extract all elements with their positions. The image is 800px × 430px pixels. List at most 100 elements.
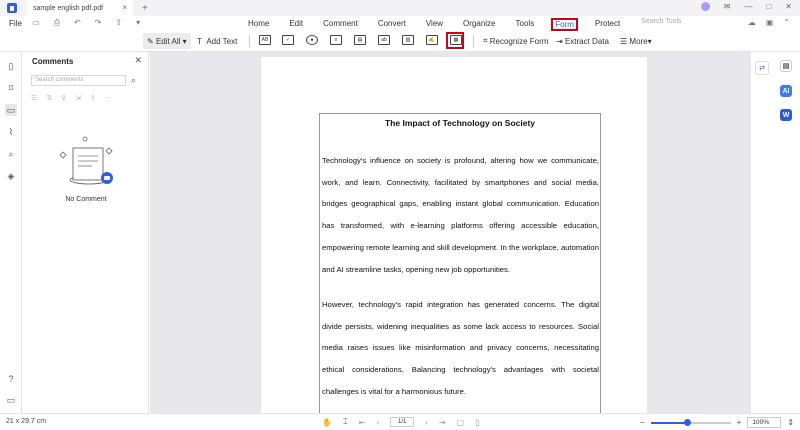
export-icon[interactable]: ⇪ [90, 94, 96, 102]
comment-search-input[interactable]: Search comments [31, 75, 126, 86]
word-convert-icon[interactable]: W [780, 109, 792, 121]
more-icon[interactable]: ⋯ [105, 94, 112, 102]
image-field-icon[interactable]: ▨ [402, 35, 414, 45]
page-thumbnail-icon[interactable]: ▯ [5, 60, 17, 72]
document-tab[interactable]: sample english pdf.pdf × [27, 0, 133, 16]
file-menu[interactable]: File [9, 19, 22, 28]
paragraph-2: However, technology's rapid integration … [322, 300, 599, 396]
cloud-icon[interactable]: ☁ [748, 18, 756, 27]
zoom-out-icon[interactable]: − [640, 418, 645, 427]
search-icon[interactable]: ⌕ [131, 75, 136, 86]
minimize-icon[interactable]: — [744, 2, 752, 11]
zoom-slider-knob[interactable] [683, 418, 691, 426]
fit-width-icon[interactable]: ⇕ [787, 418, 794, 427]
title-bar: sample english pdf.pdf × + ✉ — □ ✕ [0, 0, 800, 16]
tab-convert[interactable]: Convert [375, 18, 409, 31]
help-icon[interactable]: ? [5, 373, 17, 385]
radio-button-icon[interactable]: ● [306, 35, 318, 45]
last-page-icon[interactable]: ⇥ [439, 418, 446, 427]
zoom-slider[interactable] [650, 418, 731, 426]
status-bar: 21 x 29.7 cm ✋ ⌶ ⇤ ‹ 1/1 › ⇥ ▢ ▯ − + 100… [0, 413, 800, 430]
ai-assistant-icon[interactable]: AI [780, 85, 792, 97]
search-tools-input[interactable]: Search Tools [641, 18, 681, 31]
collapse-icon[interactable]: ⌃ [783, 18, 790, 27]
text-block[interactable]: The Impact of Technology on Society Tech… [319, 113, 601, 413]
right-rail: ⇄ ▤ AI W [750, 52, 800, 413]
close-window-icon[interactable]: ✕ [785, 2, 792, 11]
left-rail: ▯ ⌑ ▭ ⌇ ⌕ ◈ ? ▭ [0, 52, 22, 413]
hand-tool-icon[interactable]: ✋ [322, 418, 332, 427]
paragraph-1: Technology's influence on society is pro… [322, 156, 599, 274]
form-toolbar: ✎ Edit All ▾ T Add Text AB ✓ ● ≡ ▤ ab ▨ … [0, 31, 800, 52]
chevron-down-icon: ▾ [180, 36, 187, 46]
more-button[interactable]: ☰ More ▾ [620, 33, 652, 49]
close-icon[interactable]: ✕ [134, 55, 142, 66]
dropdown-icon[interactable]: ▾ [136, 18, 140, 28]
redo-icon[interactable]: ↷ [95, 18, 102, 28]
app-logo [7, 3, 17, 13]
filter-icon[interactable]: ⊽ [61, 94, 66, 102]
tab-organize[interactable]: Organize [460, 18, 498, 31]
tab-tools[interactable]: Tools [513, 18, 538, 31]
comments-panel: Comments ✕ Search comments ⌕ ☰ ⇅ ⊽ ⇲ ⇪ ⋯… [23, 52, 149, 413]
zoom-level-select[interactable]: 100% [747, 417, 782, 428]
text-icon: T [197, 36, 207, 46]
search-icon[interactable]: ⌕ [5, 148, 17, 160]
tab-view[interactable]: View [423, 18, 446, 31]
text-field-icon[interactable]: AB [259, 35, 271, 45]
feedback-icon[interactable]: ▭ [5, 394, 17, 406]
prev-page-icon[interactable]: ‹ [376, 418, 379, 427]
fit-page-icon[interactable]: ▢ [457, 418, 465, 427]
document-title: The Impact of Technology on Society [384, 118, 536, 128]
avatar[interactable] [700, 2, 710, 11]
divider [249, 35, 250, 47]
combo-box-icon[interactable]: ▤ [354, 35, 366, 45]
add-text-button[interactable]: T Add Text [197, 33, 237, 49]
save-icon[interactable]: ▭ [32, 18, 40, 28]
comments-title: Comments [32, 57, 74, 66]
checkbox-icon[interactable]: ✓ [282, 35, 294, 45]
sort-icon[interactable]: ⇅ [46, 94, 52, 102]
share-icon[interactable]: ⇪ [115, 18, 122, 28]
signature-field-icon[interactable]: ✍ [426, 35, 438, 45]
edit-all-button[interactable]: ✎ Edit All ▾ [143, 33, 191, 49]
zoom-in-icon[interactable]: + [737, 418, 742, 427]
bookmark-icon[interactable]: ⌑ [5, 82, 17, 94]
tab-comment[interactable]: Comment [320, 18, 361, 31]
next-page-icon[interactable]: › [425, 418, 428, 427]
tab-title: sample english pdf.pdf [33, 4, 104, 12]
single-page-icon[interactable]: ▯ [475, 418, 479, 427]
tab-home[interactable]: Home [245, 18, 272, 31]
button-field-icon[interactable]: ab [378, 35, 390, 45]
new-tab-button[interactable]: + [142, 3, 148, 14]
empty-comments-illustration [59, 136, 113, 185]
menu-row: File ▭ ⎙ ↶ ↷ ⇪ ▾ Home Edit Comment Conve… [0, 16, 800, 31]
translate-icon[interactable]: ⇄ [755, 61, 769, 75]
list-icon[interactable]: ☰ [31, 94, 37, 102]
page-number-input[interactable]: 1/1 [390, 417, 415, 427]
document-canvas[interactable]: The Impact of Technology on Society Tech… [150, 52, 750, 413]
add-text-label: Add Text [206, 36, 238, 46]
tab-close-icon[interactable]: × [122, 3, 127, 12]
expand-icon[interactable]: ⇲ [75, 94, 81, 102]
tab-protect[interactable]: Protect [592, 18, 623, 31]
pdf-page[interactable]: The Impact of Technology on Society Tech… [261, 57, 647, 413]
tab-form[interactable]: Form [551, 18, 578, 31]
recognize-form-label: Recognize Form [489, 36, 549, 46]
chat-icon[interactable]: ▣ [766, 18, 774, 27]
list-box-icon[interactable]: ≡ [330, 35, 342, 45]
extract-data-button[interactable]: ⇥ Extract Data [556, 33, 609, 49]
comment-icon[interactable]: ▭ [5, 104, 17, 116]
layers-icon[interactable]: ◈ [5, 170, 17, 182]
properties-icon[interactable]: ▤ [780, 60, 792, 72]
mail-icon[interactable]: ✉ [724, 2, 731, 11]
extract-icon: ⇥ [556, 36, 565, 46]
attachment-icon[interactable]: ⌇ [5, 126, 17, 138]
print-icon[interactable]: ⎙ [54, 18, 60, 28]
recognize-form-button[interactable]: ⌗ Recognize Form [483, 33, 548, 49]
select-tool-icon[interactable]: ⌶ [343, 417, 348, 427]
maximize-icon[interactable]: □ [766, 2, 771, 11]
first-page-icon[interactable]: ⇤ [359, 418, 366, 427]
undo-icon[interactable]: ↶ [74, 18, 81, 28]
tab-edit[interactable]: Edit [286, 18, 306, 31]
